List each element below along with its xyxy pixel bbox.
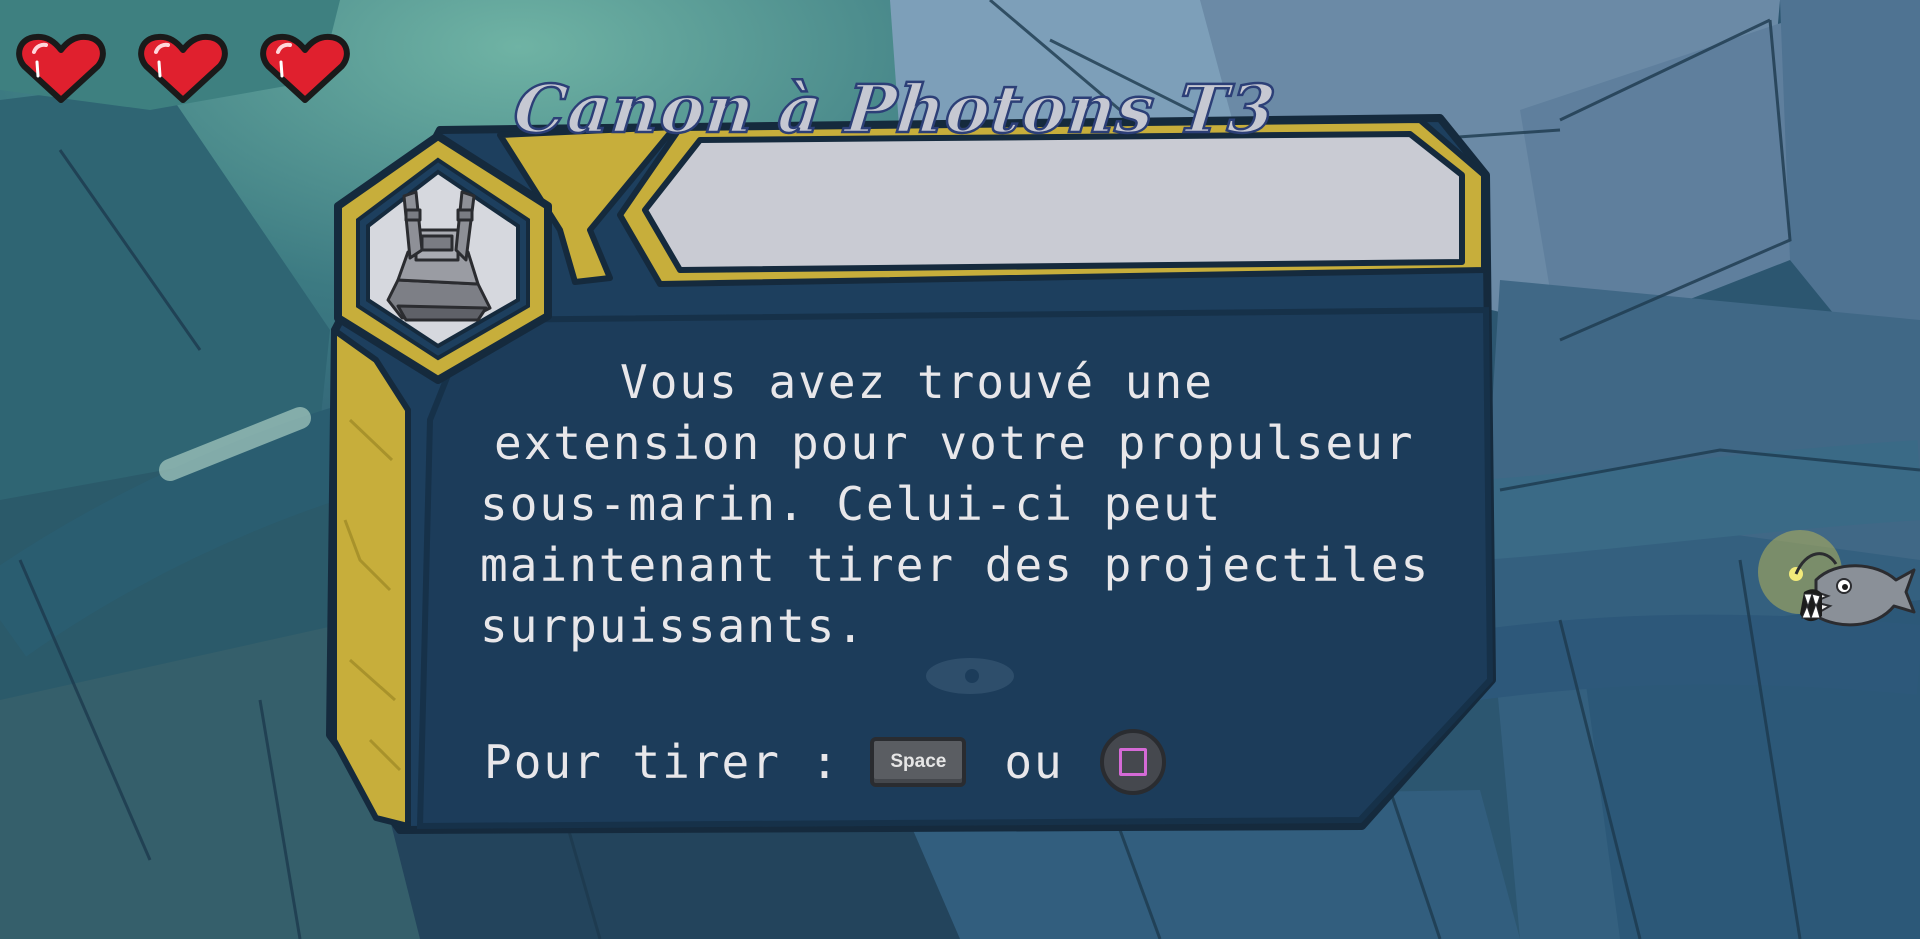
square-button-icon — [1099, 729, 1166, 795]
item-description: Vous avez trouvé une extension pour votr… — [480, 352, 1450, 657]
description-line: Vous avez trouvé une — [620, 355, 1214, 409]
item-title: Canon à Photons T3 — [509, 69, 1281, 150]
game-scene: Canon à Photons T3 Vous avez trouvé une … — [0, 0, 1920, 939]
description-line: sous-marin. Celui-ci peut — [480, 477, 1223, 531]
fire-label: Pour tirer : — [484, 735, 841, 789]
or-label: ou — [1004, 735, 1064, 789]
square-glyph-icon — [1118, 748, 1147, 776]
description-line: surpuissants. — [480, 599, 867, 653]
space-key-icon: Space — [870, 737, 967, 787]
anglerfish-icon — [1758, 530, 1916, 627]
description-line: extension pour votre propulseur — [494, 416, 1415, 470]
fire-control-hint: Pour tirer : Space ou — [484, 722, 1166, 802]
description-line: maintenant tirer des projectiles — [480, 538, 1431, 592]
photon-cannon-turret-icon — [386, 190, 492, 322]
